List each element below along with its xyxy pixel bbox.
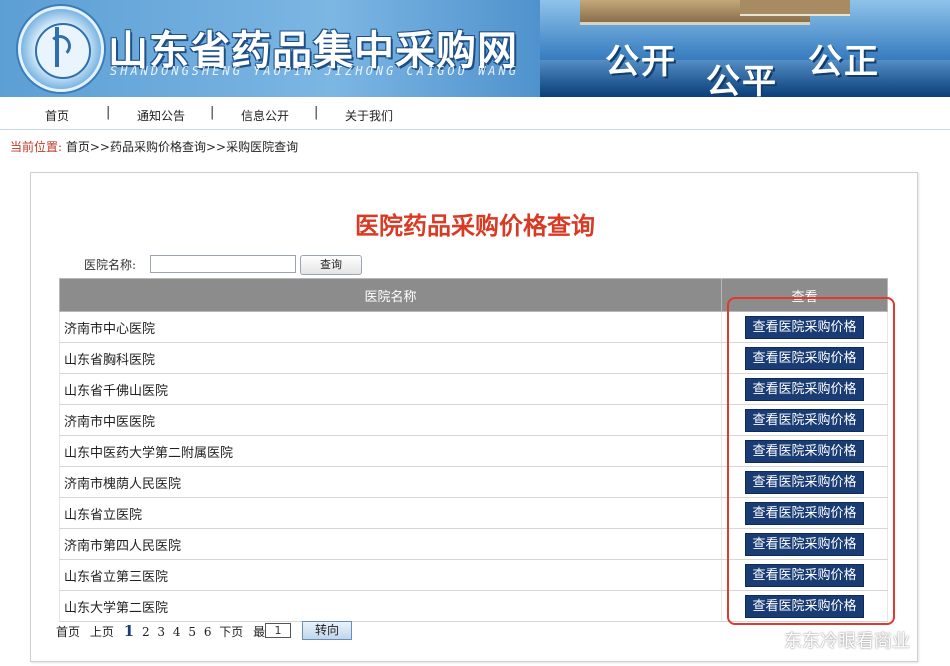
banner-pavilion-roof: [740, 0, 850, 16]
hospital-name-cell: 山东中医药大学第二附属医院: [59, 435, 722, 467]
pager-first[interactable]: 首页: [56, 625, 80, 639]
slogan-fair: 公平: [706, 62, 778, 97]
table-row: 山东省立第三医院 查看医院采购价格: [59, 559, 888, 591]
breadcrumb: 当前位置: 首页>>药品采购价格查询>>采购医院查询: [10, 138, 298, 155]
breadcrumb-label: 当前位置:: [10, 140, 63, 154]
pager-next[interactable]: 下页: [219, 625, 243, 639]
pager-page-link[interactable]: 4: [173, 625, 181, 639]
pager-page-link[interactable]: 3: [157, 625, 165, 639]
hospital-name-cell: 山东省胸科医院: [59, 342, 722, 374]
breadcrumb-path[interactable]: 首页>>药品采购价格查询>>采购医院查询: [66, 140, 298, 154]
search-label: 医院名称:: [84, 258, 137, 272]
site-logo-icon: [18, 6, 104, 92]
hospital-name-input[interactable]: [150, 255, 296, 273]
view-purchase-price-button[interactable]: 查看医院采购价格: [745, 501, 864, 525]
hospital-name-cell: 济南市中心医院: [59, 311, 722, 343]
view-purchase-price-button[interactable]: 查看医院采购价格: [745, 315, 864, 339]
pager-page-link[interactable]: 5: [188, 625, 196, 639]
pager-page-link[interactable]: 6: [204, 625, 212, 639]
table-row: 济南市中医医院 查看医院采购价格: [59, 404, 888, 436]
nav-about[interactable]: 关于我们: [345, 107, 393, 124]
table-row: 济南市第四人民医院 查看医院采购价格: [59, 528, 888, 560]
view-purchase-price-button[interactable]: 查看医院采购价格: [745, 439, 864, 463]
pager-page-link[interactable]: 2: [142, 625, 150, 639]
table-row: 山东大学第二医院 查看医院采购价格: [59, 590, 888, 622]
nav-notices[interactable]: 通知公告: [137, 107, 185, 124]
table-row: 山东中医药大学第二附属医院 查看医院采购价格: [59, 435, 888, 467]
slogan-open: 公开: [605, 42, 677, 82]
table-header-row: 医院名称 查看: [59, 278, 888, 312]
hospital-name-cell: 山东大学第二医院: [59, 590, 722, 622]
column-header-view: 查看: [721, 278, 888, 312]
table-row: 山东省立医院 查看医院采购价格: [59, 497, 888, 529]
pager-current-page: 1: [123, 622, 135, 640]
search-button[interactable]: 查询: [300, 255, 362, 275]
pager-prev[interactable]: 上页: [90, 625, 114, 639]
hospital-name-cell: 山东省千佛山医院: [59, 373, 722, 405]
nav-separator: |: [106, 105, 111, 120]
nav-separator: |: [210, 105, 215, 120]
slogan-just: 公正: [808, 42, 880, 82]
page-number-input[interactable]: 1: [265, 623, 291, 638]
site-pinyin: SHANDONGSHENG YAOPIN JIZHONG CAIGOU WANG: [110, 64, 519, 78]
page-title: 医院药品采购价格查询: [355, 211, 595, 240]
nav-info-disclosure[interactable]: 信息公开: [241, 107, 289, 124]
go-to-page-button[interactable]: 转向: [302, 621, 352, 640]
nav-separator: |: [314, 105, 319, 120]
main-nav: 首页 | 通知公告 | 信息公开 | 关于我们: [0, 97, 950, 130]
pagination: 首页 上页 1 2 3 4 5 6 下页 最后: [56, 622, 283, 640]
table-row: 山东省胸科医院 查看医院采购价格: [59, 342, 888, 374]
hospital-name-cell: 济南市槐荫人民医院: [59, 466, 722, 498]
hospital-name-cell: 山东省立医院: [59, 497, 722, 529]
view-purchase-price-button[interactable]: 查看医院采购价格: [745, 470, 864, 494]
table-row: 山东省千佛山医院 查看医院采购价格: [59, 373, 888, 405]
hospital-table: 医院名称 查看 济南市中心医院 查看医院采购价格 山东省胸科医院 查看医院采购价…: [59, 278, 888, 622]
view-purchase-price-button[interactable]: 查看医院采购价格: [745, 563, 864, 587]
view-purchase-price-button[interactable]: 查看医院采购价格: [745, 532, 864, 556]
nav-home[interactable]: 首页: [45, 107, 69, 124]
hospital-name-cell: 山东省立第三医院: [59, 559, 722, 591]
view-purchase-price-button[interactable]: 查看医院采购价格: [745, 594, 864, 618]
watermark: 东东冷眼看商业: [784, 631, 910, 652]
table-row: 济南市中心医院 查看医院采购价格: [59, 311, 888, 343]
hospital-name-cell: 济南市第四人民医院: [59, 528, 722, 560]
hospital-name-cell: 济南市中医医院: [59, 404, 722, 436]
site-banner: 山东省药品集中采购网 SHANDONGSHENG YAOPIN JIZHONG …: [0, 0, 950, 97]
view-purchase-price-button[interactable]: 查看医院采购价格: [745, 377, 864, 401]
column-header-hospital-name: 医院名称: [59, 278, 722, 312]
table-row: 济南市槐荫人民医院 查看医院采购价格: [59, 466, 888, 498]
view-purchase-price-button[interactable]: 查看医院采购价格: [745, 408, 864, 432]
view-purchase-price-button[interactable]: 查看医院采购价格: [745, 346, 864, 370]
